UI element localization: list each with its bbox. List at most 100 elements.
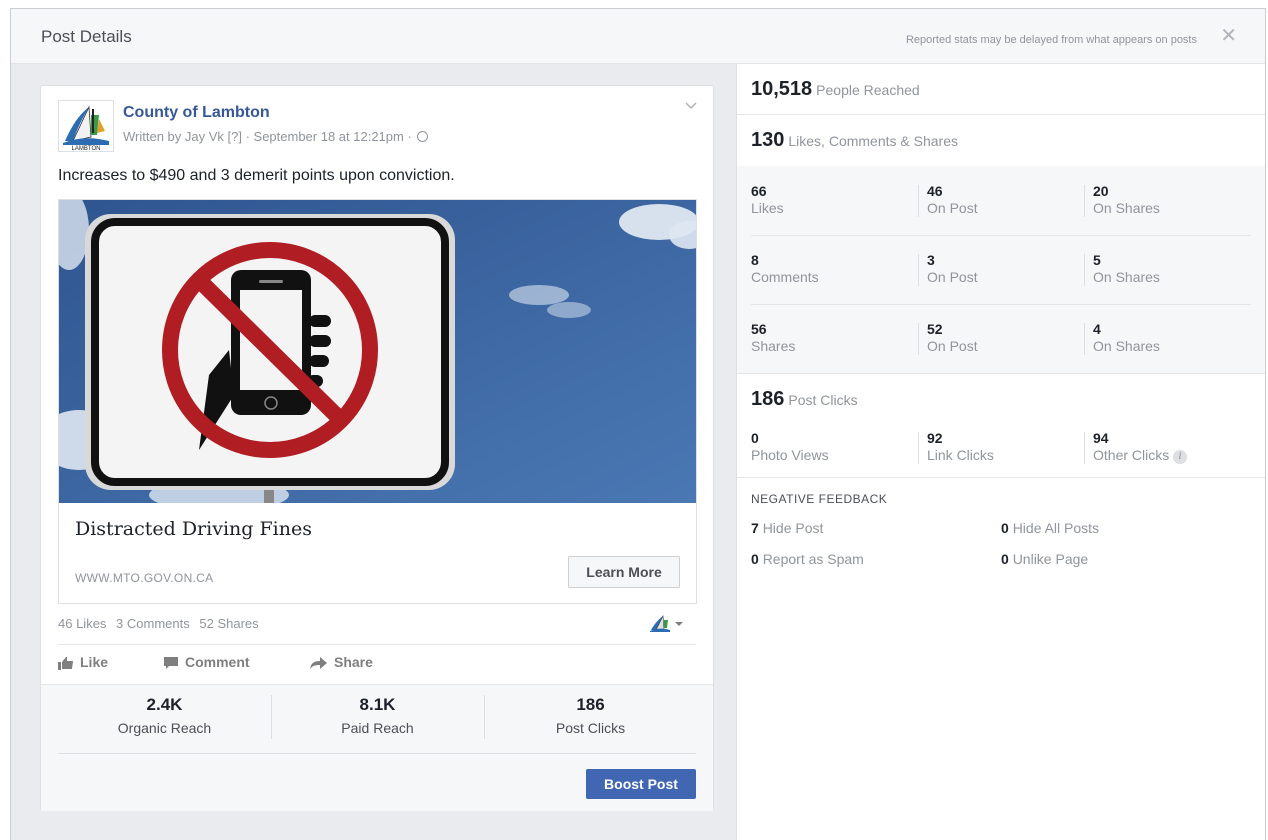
cell-label: Link Clicks: [927, 447, 994, 463]
neg-value: 0: [751, 551, 759, 567]
hide-post-stat: 7 Hide Post: [751, 520, 823, 536]
stat-label: Organic Reach: [117, 720, 212, 736]
column-divider: [1084, 185, 1085, 217]
cell-label: Comments: [751, 269, 819, 285]
column-divider: [918, 254, 919, 286]
post-clicks-summary: 186 Post Clicks: [751, 388, 858, 411]
column-divider: [1084, 254, 1085, 286]
neg-value: 0: [1001, 520, 1009, 536]
link-domain: WWW.MTO.GOV.ON.CA: [75, 571, 214, 585]
column-divider: [918, 432, 919, 464]
insights-pane: 10,518 People Reached 130 Likes, Comments …: [736, 64, 1265, 840]
shares-on-shares-cell: 4 On Shares: [1093, 321, 1253, 354]
post-message: Increases to $490 and 3 demerit points u…: [58, 167, 455, 184]
comment-icon: [164, 657, 178, 669]
report-spam-stat: 0 Report as Spam: [751, 551, 864, 567]
close-icon[interactable]: ✕: [1220, 26, 1237, 46]
stats-divider: [58, 753, 696, 754]
row-divider: [751, 235, 1251, 236]
dialog-title: Post Details: [41, 27, 132, 46]
post-clicks-value: 186: [751, 388, 785, 410]
like-label: Like: [80, 654, 109, 670]
cell-value: 8: [751, 252, 759, 268]
like-button[interactable]: Like: [58, 654, 108, 670]
interactions-label: Likes, Comments & Shares: [788, 133, 958, 149]
cell-value: 46: [927, 183, 943, 199]
cell-value: 4: [1093, 321, 1101, 337]
cell-label: Likes: [751, 200, 784, 216]
neg-label: Report as Spam: [762, 551, 864, 567]
byline-text: Written by Jay Vk [?] · September 18 at …: [123, 129, 412, 144]
cell-value: 5: [1093, 252, 1101, 268]
post-card: LAMBTON County of Lambton Written by Jay…: [40, 85, 714, 811]
cell-label: On Shares: [1093, 269, 1160, 285]
reach-value: 10,518: [751, 78, 813, 100]
likes-on-post-cell: 46 On Post: [927, 183, 1087, 216]
other-clicks-label: Other Clicks: [1093, 447, 1170, 463]
link-title: Distracted Driving Fines: [75, 518, 312, 540]
post-preview-pane: LAMBTON County of Lambton Written by Jay…: [11, 64, 736, 840]
column-divider: [918, 323, 919, 355]
likes-count-link[interactable]: 46 Likes: [58, 616, 106, 631]
cell-value: 66: [751, 183, 767, 199]
page-name-link[interactable]: County of Lambton: [123, 104, 270, 122]
delay-note: Reported stats may be delayed from what …: [905, 34, 1197, 46]
column-divider: [1084, 432, 1085, 464]
post-byline: Written by Jay Vk [?] · September 18 at …: [123, 129, 429, 144]
comment-button[interactable]: Comment: [163, 654, 250, 670]
cell-label: Photo Views: [751, 447, 829, 463]
share-arrow-icon: [310, 657, 327, 669]
stat-value: 186: [576, 695, 605, 714]
share-label: Share: [334, 654, 373, 670]
page-logo[interactable]: LAMBTON: [58, 100, 114, 152]
stat-label: Paid Reach: [341, 720, 414, 736]
interactions-breakdown: 66 Likes 46 On Post 20 On Shares 8 Comments …: [737, 166, 1265, 374]
post-clicks-stat: 186 Post Clicks: [484, 695, 697, 736]
comments-total-cell: 8 Comments: [751, 252, 911, 285]
cell-value: 20: [1093, 183, 1109, 199]
cell-label: On Shares: [1093, 200, 1160, 216]
row-divider: [751, 304, 1251, 305]
reach-row: 10,518 People Reached: [737, 64, 1265, 115]
comment-label: Comment: [185, 654, 250, 670]
link-image: [59, 200, 696, 503]
likes-total-cell: 66 Likes: [751, 183, 911, 216]
post-clicks-label: Post Clicks: [788, 392, 858, 408]
other-clicks-cell: 94 Other Clicks i: [1093, 430, 1253, 464]
comments-on-post-cell: 3 On Post: [927, 252, 1087, 285]
info-icon[interactable]: i: [1173, 450, 1188, 464]
neg-value: 0: [1001, 551, 1009, 567]
globe-icon: [417, 131, 429, 142]
likes-on-shares-cell: 20 On Shares: [1093, 183, 1253, 216]
reach-label: People Reached: [816, 82, 920, 98]
post-details-dialog: Post Details Reported stats may be delay…: [10, 8, 1266, 840]
engagement-summary: 46 Likes 3 Comments 52 Shares: [58, 616, 265, 631]
column-divider: [918, 185, 919, 217]
cell-value: 3: [927, 252, 935, 268]
thumbs-up-icon: [58, 657, 73, 670]
neg-label: Hide Post: [762, 520, 824, 536]
shares-count-link[interactable]: 52 Shares: [199, 616, 258, 631]
learn-more-button[interactable]: Learn More: [568, 556, 680, 588]
share-button[interactable]: Share: [310, 654, 373, 670]
dialog-header: Post Details Reported stats may be delay…: [11, 9, 1265, 64]
boost-post-button[interactable]: Boost Post: [586, 769, 696, 799]
negative-feedback-heading: NEGATIVE FEEDBACK: [751, 492, 888, 506]
organic-reach-stat: 2.4K Organic Reach: [58, 695, 271, 736]
interactions-value: 130: [751, 129, 785, 151]
reach-summary: 10,518 People Reached: [751, 78, 920, 101]
link-attachment[interactable]: Distracted Driving Fines WWW.MTO.GOV.ON.…: [58, 199, 697, 604]
stat-label: Post Clicks: [555, 720, 626, 736]
shares-on-post-cell: 52 On Post: [927, 321, 1087, 354]
svg-text:LAMBTON: LAMBTON: [72, 146, 101, 151]
cell-value: 0: [751, 430, 759, 446]
page-voice-selector[interactable]: [649, 614, 685, 634]
interactions-row: 130 Likes, Comments & Shares: [737, 115, 1265, 166]
cell-value: 56: [751, 321, 767, 337]
chevron-down-icon[interactable]: [685, 98, 697, 110]
neg-label: Hide All Posts: [1012, 520, 1100, 536]
cell-label: On Shares: [1093, 338, 1160, 354]
comments-count-link[interactable]: 3 Comments: [116, 616, 190, 631]
card-divider: [58, 644, 696, 645]
cell-value: 94: [1093, 430, 1109, 446]
